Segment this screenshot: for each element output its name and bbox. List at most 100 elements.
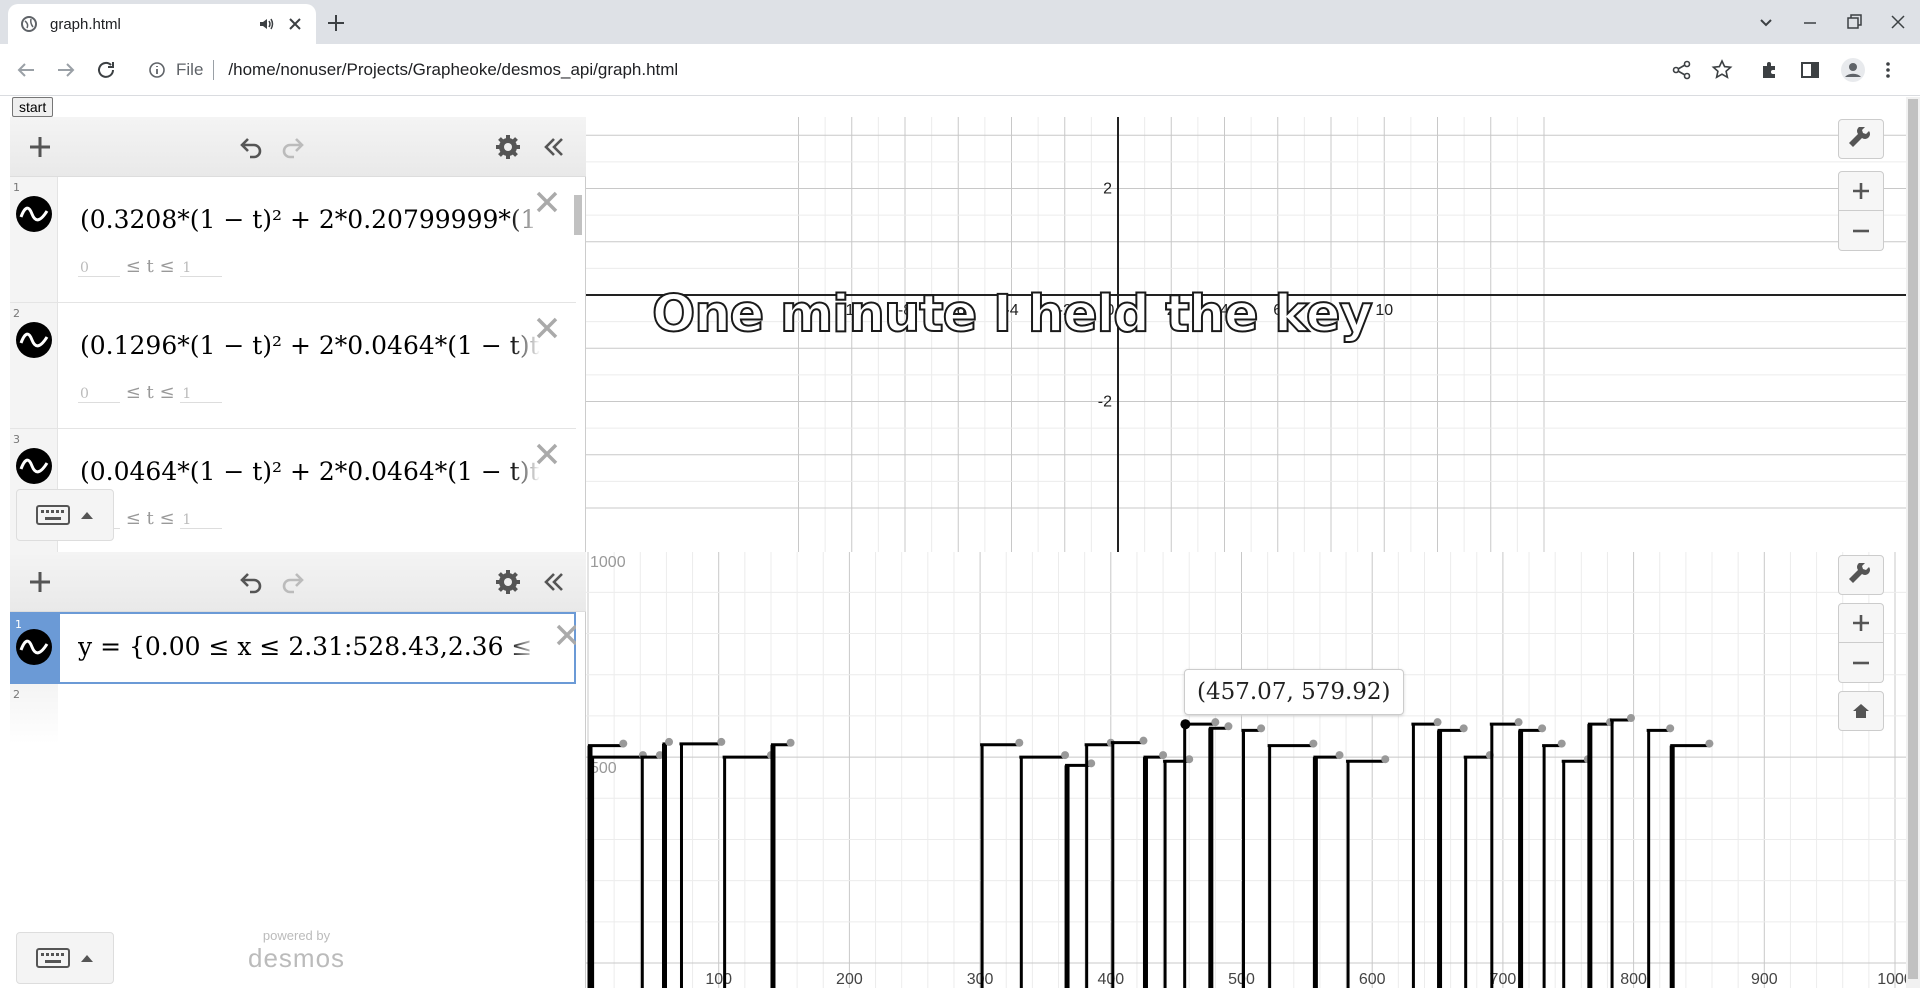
keyboard-icon (36, 948, 70, 968)
segment-endpoint (619, 739, 628, 748)
expression-item-selected[interactable]: 1 y = {0.00 ≤ x ≤ 2.31:528.43,2.36 ≤ x ≤… (10, 612, 576, 684)
expression-formula[interactable]: (0.1296*(1 − t)² + 2*0.0464*(1 − t)t + 0 (80, 323, 540, 369)
reload-icon[interactable] (94, 58, 118, 82)
default-viewport-home-button[interactable] (1838, 691, 1884, 731)
domain-min-field[interactable]: 0 (78, 260, 120, 277)
segment-endpoint (1224, 722, 1233, 731)
undo-icon[interactable] (236, 568, 264, 596)
delete-expression-icon[interactable] (554, 622, 576, 648)
minus-icon (1853, 229, 1869, 232)
restore-icon[interactable] (1832, 0, 1876, 44)
parametric-wave-icon[interactable] (15, 321, 53, 359)
segment-endpoint (665, 737, 674, 746)
tab-search-icon[interactable] (1744, 0, 1788, 44)
expression-scrollbar[interactable] (572, 179, 584, 549)
start-button[interactable]: start (12, 97, 54, 117)
expression-formula[interactable]: (0.0464*(1 − t)² + 2*0.0464*(1 − t)t + 0 (80, 449, 540, 495)
domain-max-field[interactable]: 1 (180, 386, 223, 403)
add-expression-icon[interactable] (26, 133, 54, 161)
window-controls (1744, 0, 1920, 44)
bookmark-star-icon[interactable] (1710, 58, 1734, 82)
profile-avatar-icon[interactable] (1840, 57, 1866, 83)
back-arrow-icon[interactable] (14, 58, 38, 82)
segment-endpoint (1335, 751, 1344, 760)
browser-tab[interactable]: graph.html (8, 4, 316, 44)
gear-icon[interactable] (494, 133, 522, 161)
extensions-puzzle-icon[interactable] (1758, 58, 1782, 82)
tab-close-icon[interactable] (286, 15, 304, 33)
browser-menu-icon[interactable] (1876, 58, 1900, 82)
redo-icon[interactable] (280, 568, 308, 596)
delete-expression-icon[interactable] (534, 189, 560, 215)
graph-paper-bottom[interactable]: 100 200 300 400 500 600 700 800 900 1000 1000 500 (586, 552, 1910, 988)
graph-controls-top (1838, 119, 1884, 251)
x-tick-label: 700 (1490, 971, 1517, 988)
segment-endpoint (1139, 736, 1148, 745)
segment-endpoint (1185, 755, 1194, 764)
expression-toolbar (10, 117, 586, 177)
powered-by-desmos-logo[interactable]: powered by desmos (248, 928, 345, 974)
page-scrollbar-thumb[interactable] (1908, 99, 1918, 979)
zoom-out-button[interactable] (1838, 643, 1884, 683)
domain-max-field[interactable]: 1 (180, 512, 223, 529)
segment-endpoint (1257, 724, 1266, 733)
url-text[interactable]: /home/nonuser/Projects/Grapheoke/desmos_… (228, 60, 678, 80)
page-content: start 1 (0.3208*(1 − t)² + 2*0.20799999*… (0, 97, 1920, 988)
graph-settings-wrench-button[interactable] (1838, 555, 1884, 595)
minimize-icon[interactable] (1788, 0, 1832, 44)
new-tab-icon[interactable] (324, 11, 348, 35)
segment-endpoint (1626, 714, 1635, 723)
expression-item[interactable]: 1 (0.3208*(1 − t)² + 2*0.20799999*(1 − t… (10, 177, 576, 303)
address-bar[interactable]: File /home/nonuser/Projects/Grapheoke/de… (134, 52, 1674, 88)
zoom-in-button[interactable] (1838, 603, 1884, 643)
info-icon[interactable] (148, 61, 166, 79)
zoom-in-button[interactable] (1838, 171, 1884, 211)
expression-toolbar (10, 552, 586, 612)
caret-up-icon (81, 512, 93, 519)
x-tick-label: 400 (1097, 971, 1124, 988)
redo-icon[interactable] (280, 133, 308, 161)
graph-controls-bottom (1838, 555, 1884, 731)
domain-min-field[interactable]: 0 (78, 386, 120, 403)
parameter-domain: 0 ≤ t ≤ 1 (78, 382, 223, 403)
expression-number: 3 (13, 433, 20, 446)
segment-endpoint (1159, 751, 1168, 760)
tab-strip: graph.html (0, 0, 1920, 44)
close-window-icon[interactable] (1876, 0, 1920, 44)
expression-formula[interactable]: (0.3208*(1 − t)² + 2*0.20799999*(1 − t (80, 197, 540, 243)
plus-icon (1853, 183, 1869, 199)
x-tick-label: 100 (705, 971, 732, 988)
undo-icon[interactable] (236, 133, 264, 161)
delete-expression-icon[interactable] (534, 315, 560, 341)
side-panel-icon[interactable] (1798, 58, 1822, 82)
point-coordinate-tooltip: (457.07, 579.92) (1184, 669, 1404, 715)
scrollbar-thumb[interactable] (574, 195, 582, 235)
share-icon[interactable] (1670, 58, 1694, 82)
graph-settings-wrench-button[interactable] (1838, 119, 1884, 159)
zoom-out-button[interactable] (1838, 211, 1884, 251)
parametric-wave-icon[interactable] (15, 195, 53, 233)
graph-canvas-bottom[interactable]: 100 200 300 400 500 600 700 800 900 10001000500 (586, 552, 1910, 988)
parametric-wave-icon[interactable] (15, 447, 53, 485)
x-tick-label: 300 (967, 971, 994, 988)
x-tick-label: 200 (836, 971, 863, 988)
expression-formula[interactable]: y = {0.00 ≤ x ≤ 2.31:528.43,2.36 ≤ x ≤ 6… (78, 624, 538, 670)
graph-wave-icon[interactable] (15, 628, 53, 666)
expression-item-empty[interactable]: 2 (10, 684, 576, 744)
wrench-icon (1849, 563, 1870, 583)
gear-icon[interactable] (494, 568, 522, 596)
page-scrollbar[interactable] (1906, 97, 1920, 988)
forward-arrow-icon[interactable] (54, 58, 78, 82)
delete-expression-icon[interactable] (534, 441, 560, 467)
segment-endpoint (1061, 751, 1070, 760)
keypad-toggle-button[interactable] (16, 489, 114, 541)
collapse-panel-icon[interactable] (540, 133, 568, 161)
expression-item[interactable]: 2 (0.1296*(1 − t)² + 2*0.0464*(1 − t)t +… (10, 303, 576, 429)
domain-max-field[interactable]: 1 (180, 260, 223, 277)
keypad-toggle-button[interactable] (16, 932, 114, 984)
y-tick-label: -2 (1098, 394, 1112, 411)
url-separator (213, 60, 215, 80)
add-expression-icon[interactable] (26, 568, 54, 596)
speaker-icon[interactable] (258, 15, 276, 33)
collapse-panel-icon[interactable] (540, 568, 568, 596)
